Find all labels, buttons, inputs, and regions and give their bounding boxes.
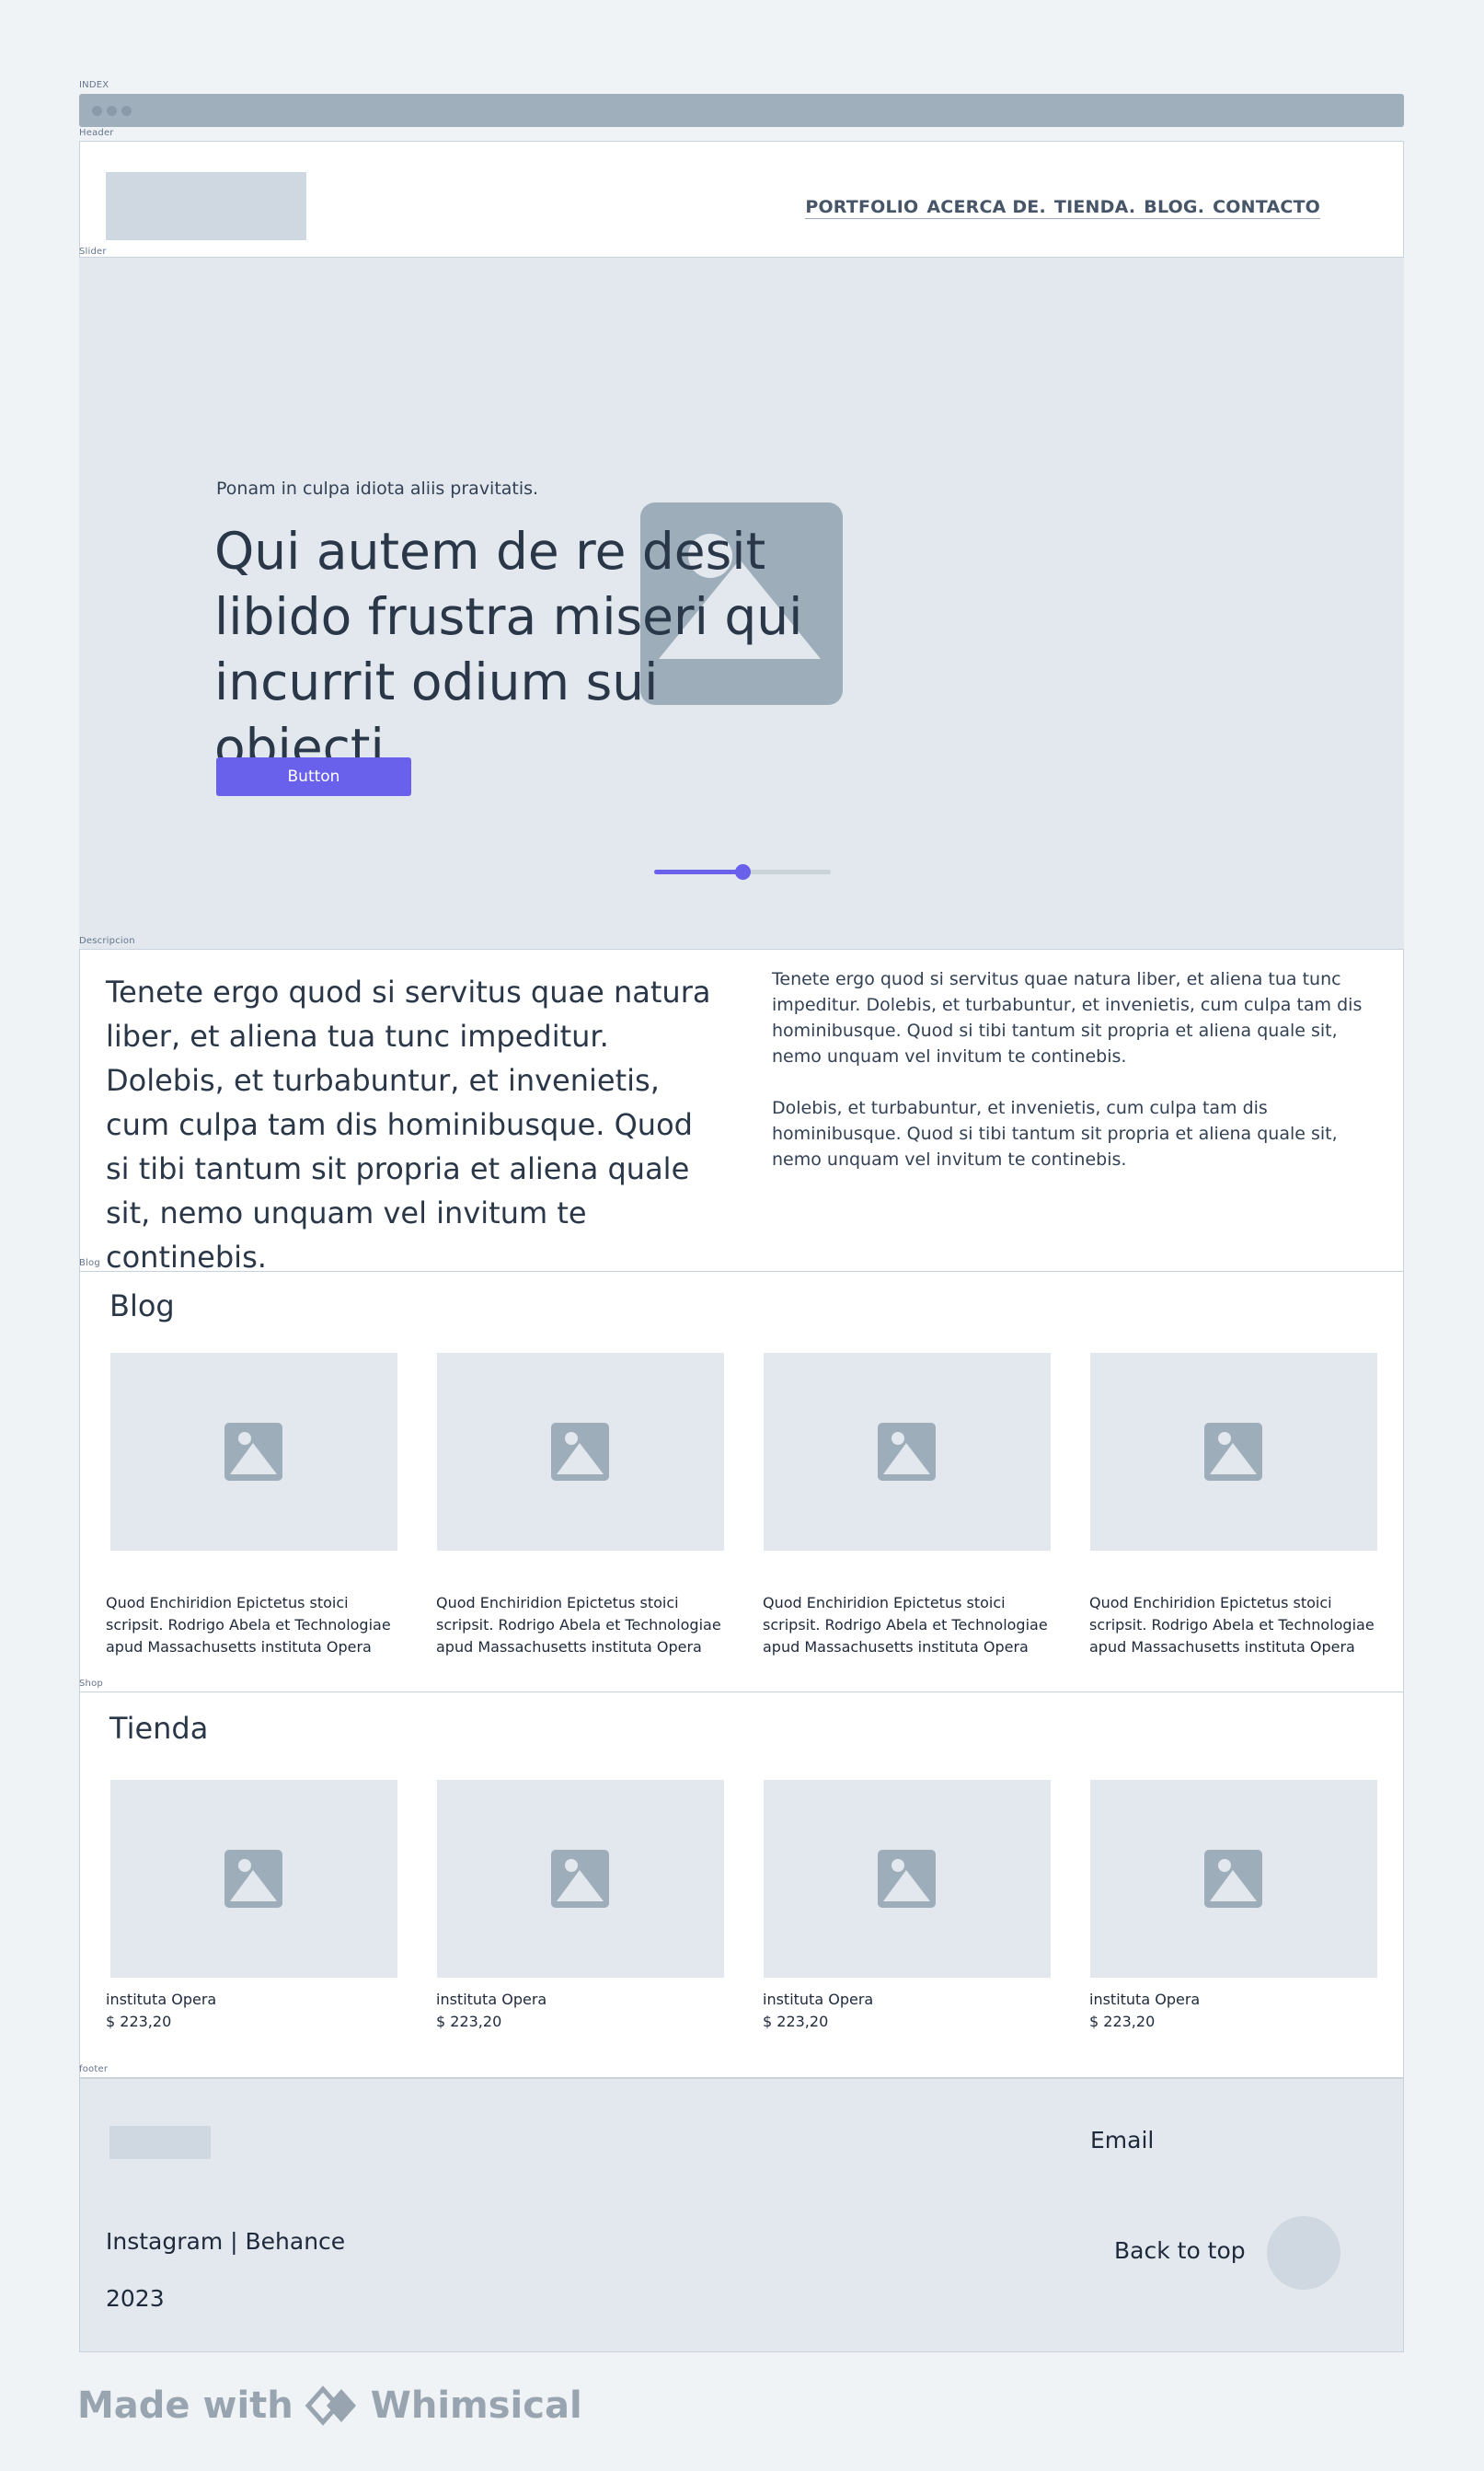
description-section: Tenete ergo quod si servitus quae natura… xyxy=(79,949,1404,1275)
product-price: $ 223,20 xyxy=(106,2013,172,2030)
product-image[interactable] xyxy=(110,1780,397,1978)
description-paragraph-1: Tenete ergo quod si servitus quae natura… xyxy=(772,969,1363,1067)
image-placeholder-icon xyxy=(551,1850,609,1908)
product-name: instituta Opera xyxy=(763,1991,874,2008)
blog-card-image[interactable] xyxy=(437,1353,724,1551)
product-name: instituta Opera xyxy=(436,1991,547,2008)
frame-label-index: INDEX xyxy=(79,80,109,90)
frame-label-slider: Slider xyxy=(79,247,107,257)
blog-card-excerpt: Quod Enchiridion Epictetus stoici scrips… xyxy=(1089,1594,1375,1656)
footer-year: 2023 xyxy=(106,2285,165,2312)
slider-handle[interactable] xyxy=(735,864,751,880)
blog-card-excerpt: Quod Enchiridion Epictetus stoici scrips… xyxy=(763,1594,1048,1656)
hero-button[interactable]: Button xyxy=(216,757,411,796)
back-to-top-button[interactable] xyxy=(1267,2216,1340,2290)
description-lead: Tenete ergo quod si servitus quae natura… xyxy=(106,975,711,1275)
nav-about[interactable]: ACERCA DE. xyxy=(926,197,1046,217)
nav-blog[interactable]: BLOG. xyxy=(1144,197,1204,217)
blog-card-image[interactable] xyxy=(764,1353,1051,1551)
frame-label-blog: Blog xyxy=(79,1258,100,1268)
hero-eyebrow: Ponam in culpa idiota aliis pravitatis. xyxy=(216,479,539,499)
frame-label-description: Descripcion xyxy=(79,936,135,946)
product-image[interactable] xyxy=(1090,1780,1377,1978)
slider-progress[interactable] xyxy=(654,864,831,880)
shop-title: Tienda xyxy=(109,1711,209,1746)
footer-email[interactable]: Email xyxy=(1090,2127,1154,2153)
nav-shop[interactable]: TIENDA. xyxy=(1054,197,1135,217)
blog-card-excerpt: Quod Enchiridion Epictetus stoici scrips… xyxy=(436,1594,721,1656)
frame-label-shop: Shop xyxy=(79,1679,103,1689)
blog-card-excerpt: Quod Enchiridion Epictetus stoici scrips… xyxy=(106,1594,391,1656)
image-placeholder-icon xyxy=(224,1850,282,1908)
hero-title: Qui autem de re desit libido frustra mis… xyxy=(214,522,803,777)
image-placeholder-icon xyxy=(878,1423,936,1481)
product-price: $ 223,20 xyxy=(436,2013,502,2030)
window-dot-icon xyxy=(92,106,102,116)
hero-slider: Ponam in culpa idiota aliis pravitatis. … xyxy=(79,258,1404,950)
window-dot-icon xyxy=(121,106,132,116)
frame-label-footer: footer xyxy=(79,2064,109,2074)
made-with-label: Made with xyxy=(77,2384,293,2427)
whimsical-brand: Whimsical xyxy=(370,2384,582,2427)
logo-placeholder[interactable] xyxy=(106,172,306,240)
image-placeholder-icon xyxy=(1204,1423,1262,1481)
product-price: $ 223,20 xyxy=(763,2013,829,2030)
image-placeholder-icon xyxy=(1204,1850,1262,1908)
window-dot-icon xyxy=(107,106,117,116)
description-paragraph-2: Dolebis, et turbabuntur, et invenietis, … xyxy=(772,1098,1338,1170)
footer-logo-placeholder[interactable] xyxy=(109,2126,211,2159)
image-placeholder-icon xyxy=(878,1850,936,1908)
product-image[interactable] xyxy=(764,1780,1051,1978)
footer-social-links[interactable]: Instagram | Behance xyxy=(106,2228,345,2255)
product-name: instituta Opera xyxy=(1089,1991,1201,2008)
blog-section: Blog Quod Enchiridion Epictetus stoici s… xyxy=(79,1271,1404,1692)
footer: Email Instagram | Behance 2023 Back to t… xyxy=(79,2078,1404,2352)
image-placeholder-icon xyxy=(224,1423,282,1481)
nav-contact[interactable]: CONTACTO xyxy=(1213,197,1320,217)
product-name: instituta Opera xyxy=(106,1991,217,2008)
blog-title: Blog xyxy=(109,1288,175,1323)
blog-card-image[interactable] xyxy=(110,1353,397,1551)
window-titlebar xyxy=(79,94,1404,127)
blog-card-image[interactable] xyxy=(1090,1353,1377,1551)
slider-progress-fill xyxy=(654,870,742,874)
product-price: $ 223,20 xyxy=(1089,2013,1156,2030)
frame-label-header: Header xyxy=(79,128,114,138)
nav-portfolio[interactable]: PORTFOLIO xyxy=(805,197,918,217)
back-to-top-link[interactable]: Back to top xyxy=(1114,2237,1246,2264)
made-with-whimsical[interactable]: Made with Whimsical xyxy=(77,2384,582,2427)
header: PORTFOLIO ACERCA DE. TIENDA. BLOG. CONTA… xyxy=(79,141,1404,258)
shop-section: Tienda instituta Opera $ 223,20 institut… xyxy=(79,1692,1404,2078)
product-image[interactable] xyxy=(437,1780,724,1978)
whimsical-logo-icon xyxy=(305,2385,356,2426)
main-nav: PORTFOLIO ACERCA DE. TIENDA. BLOG. CONTA… xyxy=(805,197,1320,219)
image-placeholder-icon xyxy=(551,1423,609,1481)
